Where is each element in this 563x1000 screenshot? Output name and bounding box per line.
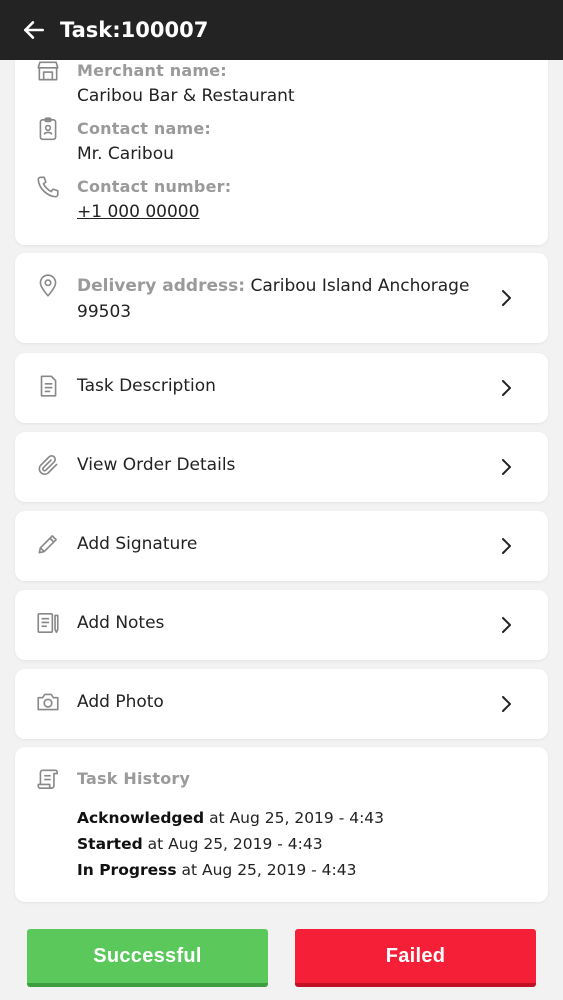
pencil-icon bbox=[35, 531, 61, 557]
add-notes-row[interactable]: Add Notes bbox=[15, 590, 548, 660]
task-history-card: Task History Acknowledged at Aug 25, 201… bbox=[15, 747, 548, 902]
history-time: at Aug 25, 2019 - 4:43 bbox=[209, 809, 385, 827]
top-app-bar: Task:100007 bbox=[0, 0, 563, 60]
history-time: at Aug 25, 2019 - 4:43 bbox=[181, 861, 357, 879]
chevron-right-icon bbox=[498, 457, 514, 477]
view-order-details-row[interactable]: View Order Details bbox=[15, 432, 548, 502]
task-description-row[interactable]: Task Description bbox=[15, 353, 548, 423]
view-order-details-label: View Order Details bbox=[77, 455, 236, 475]
merchant-name-value: Caribou Bar & Restaurant bbox=[77, 86, 295, 106]
chevron-right-icon bbox=[498, 536, 514, 556]
add-photo-label: Add Photo bbox=[77, 692, 164, 712]
history-status: Acknowledged bbox=[77, 809, 205, 827]
delivery-address-text: Delivery address: Caribou Island Anchora… bbox=[77, 273, 497, 325]
successful-button[interactable]: Successful bbox=[27, 929, 268, 987]
add-signature-label: Add Signature bbox=[77, 534, 198, 554]
chevron-right-icon bbox=[498, 694, 514, 714]
delivery-address-label: Delivery address: bbox=[77, 276, 246, 296]
task-description-label: Task Description bbox=[77, 376, 216, 396]
history-time: at Aug 25, 2019 - 4:43 bbox=[147, 835, 323, 853]
store-icon bbox=[35, 58, 61, 84]
add-signature-row[interactable]: Add Signature bbox=[15, 511, 548, 581]
chevron-right-icon bbox=[498, 378, 514, 398]
delivery-address-row[interactable]: Delivery address: Caribou Island Anchora… bbox=[15, 253, 548, 343]
history-entry: Started at Aug 25, 2019 - 4:43 bbox=[77, 835, 323, 853]
chevron-right-icon bbox=[498, 615, 514, 635]
document-icon bbox=[35, 373, 61, 399]
camera-icon bbox=[35, 689, 61, 715]
history-status: Started bbox=[77, 835, 143, 853]
chevron-right-icon bbox=[498, 288, 514, 308]
arrow-left-icon bbox=[24, 21, 44, 39]
back-button[interactable] bbox=[14, 10, 54, 50]
history-status: In Progress bbox=[77, 861, 177, 879]
task-history-title: Task History bbox=[77, 769, 191, 788]
notes-icon bbox=[35, 610, 61, 636]
contact-name-value: Mr. Caribou bbox=[77, 144, 174, 164]
failed-button[interactable]: Failed bbox=[295, 929, 536, 987]
id-badge-icon bbox=[35, 116, 61, 142]
contact-number-link[interactable]: +1 000 00000 bbox=[77, 202, 199, 222]
location-pin-icon bbox=[35, 273, 61, 299]
paperclip-icon bbox=[35, 452, 61, 478]
merchant-info-card: Merchant name: Caribou Bar & Restaurant … bbox=[15, 40, 548, 245]
phone-icon bbox=[35, 174, 61, 200]
add-notes-label: Add Notes bbox=[77, 613, 165, 633]
add-photo-row[interactable]: Add Photo bbox=[15, 669, 548, 739]
history-entry: Acknowledged at Aug 25, 2019 - 4:43 bbox=[77, 809, 384, 827]
page-title: Task:100007 bbox=[60, 18, 209, 42]
scroll-icon bbox=[35, 766, 61, 792]
contact-name-label: Contact name: bbox=[77, 119, 211, 138]
history-entry: In Progress at Aug 25, 2019 - 4:43 bbox=[77, 861, 356, 879]
merchant-name-label: Merchant name: bbox=[77, 61, 227, 80]
contact-number-label: Contact number: bbox=[77, 177, 232, 196]
